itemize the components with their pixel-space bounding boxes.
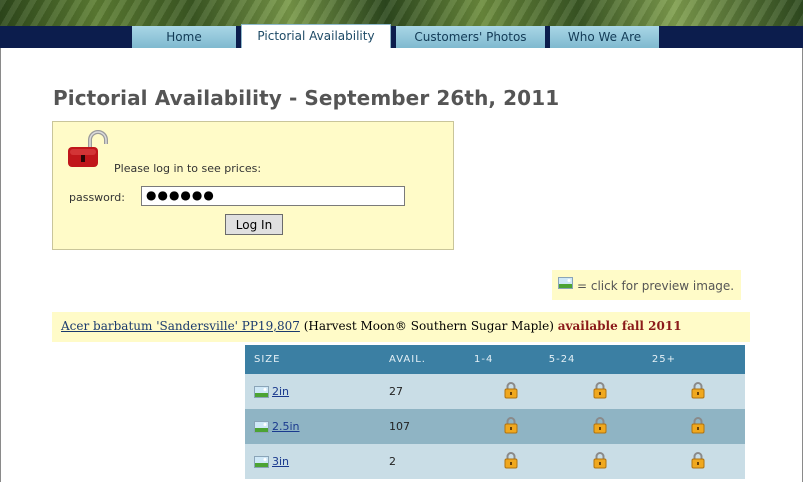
price-cell [548,374,652,409]
header-price-5-24: 5-24 [548,345,652,374]
header-price-1-4: 1-4 [474,345,549,374]
price-cell [548,409,652,444]
size-link[interactable]: 2.5in [272,420,300,433]
locked-padlock-icon [504,382,518,399]
header-avail: AVAIL. [389,345,474,374]
locked-padlock-icon [691,452,705,469]
locked-padlock-icon [504,452,518,469]
availability-status: available fall 2011 [557,319,682,333]
tab-pictorial-availability[interactable]: Pictorial Availability [241,24,391,48]
preview-legend-text: = click for preview image. [577,279,735,293]
locked-padlock-icon [691,417,705,434]
table-row: 2.5in 107 [245,409,745,444]
price-cell [474,409,549,444]
size-cell: 2.5in [245,409,389,444]
main-nav: Home Pictorial Availability Customers' P… [0,24,803,48]
plant-name-link[interactable]: Acer barbatum 'Sandersville' PP19,807 [61,319,300,333]
table-row: 2in 27 [245,374,745,409]
preview-legend: = click for preview image. [552,270,741,300]
locked-padlock-icon [593,452,607,469]
login-message: Please log in to see prices: [114,162,262,175]
size-link[interactable]: 3in [272,455,289,468]
price-cell [548,444,652,479]
size-cell: 2in [245,374,389,409]
price-cell [474,374,549,409]
price-cell [651,444,745,479]
page-title: Pictorial Availability - September 26th,… [53,86,560,110]
price-cell [474,444,549,479]
locked-padlock-icon [593,382,607,399]
preview-image-icon[interactable] [254,385,269,398]
avail-cell: 107 [389,409,474,444]
preview-image-icon [558,277,573,289]
availability-table: SIZE AVAIL. 1-4 5-24 25+ 2in 27 2.5in 10… [245,345,745,479]
password-label: password: [69,191,125,204]
unlocked-padlock-icon [68,130,108,167]
tab-customers-photos[interactable]: Customers' Photos [396,26,545,48]
price-cell [651,374,745,409]
header-price-25-plus: 25+ [651,345,745,374]
plant-entry: Acer barbatum 'Sandersville' PP19,807 (H… [52,312,750,342]
tab-home[interactable]: Home [132,26,236,48]
locked-padlock-icon [504,417,518,434]
login-button[interactable]: Log In [225,214,283,235]
login-panel: Please log in to see prices: password: ●… [52,121,454,250]
locked-padlock-icon [691,382,705,399]
avail-cell: 2 [389,444,474,479]
frame-border-left [0,48,1,482]
tab-who-we-are[interactable]: Who We Are [550,26,659,48]
preview-image-icon[interactable] [254,420,269,433]
password-input[interactable]: ●●●●●● [141,186,405,206]
size-cell: 3in [245,444,389,479]
preview-image-icon[interactable] [254,455,269,468]
size-link[interactable]: 2in [272,385,289,398]
locked-padlock-icon [593,417,607,434]
table-row: 3in 2 [245,444,745,479]
table-header-row: SIZE AVAIL. 1-4 5-24 25+ [245,345,745,374]
header-size: SIZE [245,345,389,374]
plant-common-name: (Harvest Moon® Southern Sugar Maple) [299,319,558,333]
header-banner-image [0,0,803,26]
price-cell [651,409,745,444]
avail-cell: 27 [389,374,474,409]
